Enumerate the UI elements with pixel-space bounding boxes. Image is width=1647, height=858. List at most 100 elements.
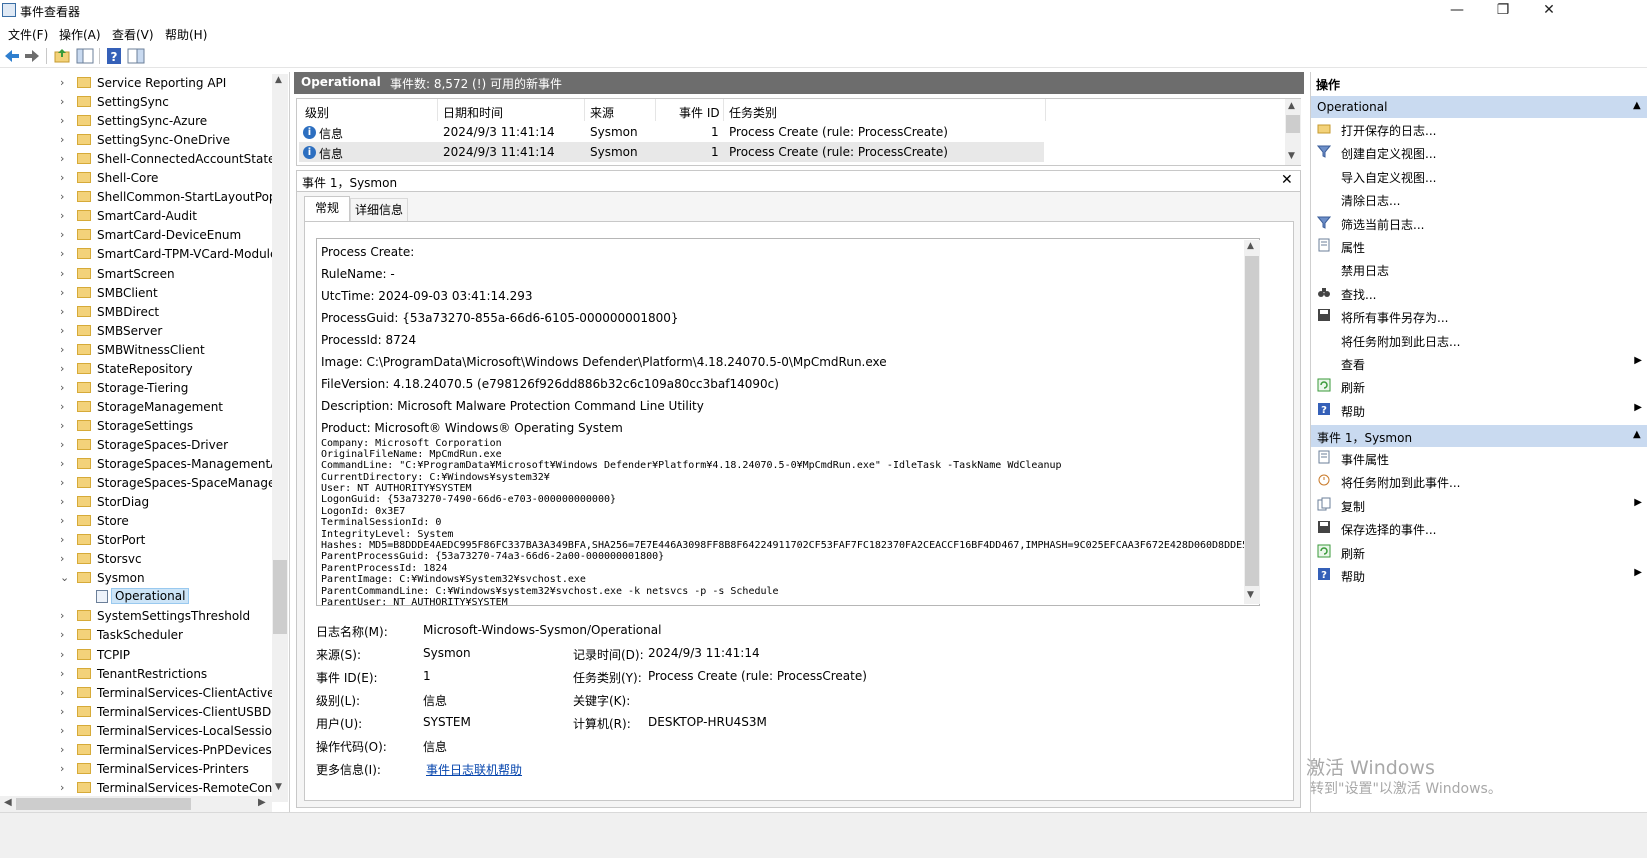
- tree-item-folder[interactable]: ⌄ Sysmon: [0, 569, 272, 588]
- action-item[interactable]: 事件属性: [1311, 447, 1647, 469]
- event-list-scrollbar[interactable]: ▲ ▼: [1285, 99, 1301, 165]
- action-item[interactable]: 禁用日志: [1311, 258, 1647, 280]
- column-header-datetime[interactable]: 日期和时间: [443, 104, 503, 121]
- collapsed-chevron-icon[interactable]: ›: [60, 533, 64, 546]
- scroll-down-icon[interactable]: ▼: [275, 782, 282, 792]
- collapsed-chevron-icon[interactable]: ›: [60, 628, 64, 641]
- collapsed-chevron-icon[interactable]: ›: [60, 343, 64, 356]
- event-row[interactable]: i 信息 2024/9/3 11:41:14 Sysmon 1 Process …: [299, 122, 1044, 142]
- event-list-scroll-thumb[interactable]: [1286, 115, 1300, 133]
- show-hide-tree-icon[interactable]: [76, 47, 94, 65]
- tree-item-folder[interactable]: › SMBClient: [0, 284, 272, 303]
- collapsed-chevron-icon[interactable]: ›: [60, 514, 64, 527]
- tree-item-folder[interactable]: › SettingSync-Azure: [0, 112, 272, 131]
- scroll-left-icon[interactable]: ◀: [4, 797, 12, 808]
- tree-item-folder[interactable]: › TerminalServices-ClientActiveXC: [0, 684, 272, 703]
- collapse-icon[interactable]: ▲: [1633, 100, 1641, 111]
- show-action-pane-icon[interactable]: [127, 47, 145, 65]
- action-item[interactable]: ? 帮助 ▶: [1311, 564, 1647, 586]
- menu-view[interactable]: 查看(V): [112, 26, 154, 43]
- action-item[interactable]: 查找...: [1311, 282, 1647, 304]
- tree-item-folder[interactable]: › TCPIP: [0, 646, 272, 665]
- description-scroll-thumb[interactable]: [1245, 256, 1259, 586]
- tree-item-folder[interactable]: › TaskScheduler: [0, 626, 272, 645]
- action-item[interactable]: 将任务附加到此事件...: [1311, 470, 1647, 492]
- action-item[interactable]: 复制 ▶: [1311, 494, 1647, 516]
- close-detail-icon[interactable]: ✕: [1281, 172, 1293, 188]
- collapse-icon[interactable]: ▲: [1633, 429, 1641, 440]
- collapsed-chevron-icon[interactable]: ›: [60, 133, 64, 146]
- tree-item-folder[interactable]: › Storsvc: [0, 550, 272, 569]
- maximize-button[interactable]: ❐: [1480, 0, 1526, 22]
- collapsed-chevron-icon[interactable]: ›: [60, 781, 64, 794]
- collapsed-chevron-icon[interactable]: ›: [60, 171, 64, 184]
- collapsed-chevron-icon[interactable]: ›: [60, 114, 64, 127]
- column-header-event-id[interactable]: 事件 ID: [679, 104, 720, 121]
- scroll-right-icon[interactable]: ▶: [258, 797, 266, 808]
- tree-item-folder[interactable]: › SmartCard-Audit: [0, 207, 272, 226]
- tree-item-folder[interactable]: › TerminalServices-ClientUSBDevi: [0, 703, 272, 722]
- tree-item-folder[interactable]: › StorageSettings: [0, 417, 272, 436]
- event-row-selected[interactable]: i 信息 2024/9/3 11:41:14 Sysmon 1 Process …: [299, 142, 1044, 162]
- tree-item-folder[interactable]: › TerminalServices-RemoteConne: [0, 779, 272, 798]
- collapsed-chevron-icon[interactable]: ›: [60, 762, 64, 775]
- tree-item-folder[interactable]: › Shell-ConnectedAccountState: [0, 150, 272, 169]
- minimize-button[interactable]: —: [1434, 0, 1480, 22]
- collapsed-chevron-icon[interactable]: ›: [60, 743, 64, 756]
- collapsed-chevron-icon[interactable]: ›: [60, 400, 64, 413]
- scroll-up-icon[interactable]: ▲: [1288, 101, 1295, 111]
- tree-vertical-scrollbar[interactable]: ▲ ▼: [272, 74, 288, 802]
- collapsed-chevron-icon[interactable]: ›: [60, 457, 64, 470]
- tree-item-folder[interactable]: › StorageSpaces-ManagementAg: [0, 455, 272, 474]
- tree-item-folder[interactable]: › SettingSync-OneDrive: [0, 131, 272, 150]
- tree-item-folder[interactable]: › SmartCard-DeviceEnum: [0, 226, 272, 245]
- action-item[interactable]: 查看 ▶: [1311, 352, 1647, 374]
- action-item[interactable]: 保存选择的事件...: [1311, 517, 1647, 539]
- action-item[interactable]: 将所有事件另存为...: [1311, 305, 1647, 327]
- collapsed-chevron-icon[interactable]: ›: [60, 705, 64, 718]
- tree-item-folder[interactable]: › SMBDirect: [0, 303, 272, 322]
- action-item[interactable]: 打开保存的日志...: [1311, 118, 1647, 140]
- actions-section-event[interactable]: 事件 1，Sysmon ▲: [1311, 425, 1647, 447]
- tree-item-folder[interactable]: › TenantRestrictions: [0, 665, 272, 684]
- help-icon[interactable]: ?: [105, 47, 123, 65]
- tree-item-folder[interactable]: › SMBWitnessClient: [0, 341, 272, 360]
- tree-item-folder[interactable]: › TerminalServices-PnPDevices: [0, 741, 272, 760]
- collapsed-chevron-icon[interactable]: ›: [60, 228, 64, 241]
- collapsed-chevron-icon[interactable]: ›: [60, 667, 64, 680]
- online-help-link[interactable]: 事件日志联机帮助: [426, 761, 522, 778]
- collapsed-chevron-icon[interactable]: ›: [60, 476, 64, 489]
- collapsed-chevron-icon[interactable]: ›: [60, 495, 64, 508]
- collapsed-chevron-icon[interactable]: ›: [60, 286, 64, 299]
- column-header-level[interactable]: 级别: [305, 104, 329, 121]
- scroll-down-icon[interactable]: ▼: [1247, 590, 1254, 600]
- collapsed-chevron-icon[interactable]: ›: [60, 609, 64, 622]
- tree-scroll-thumb[interactable]: [273, 560, 287, 634]
- action-item[interactable]: 属性: [1311, 235, 1647, 257]
- tree-item-folder[interactable]: › StorPort: [0, 531, 272, 550]
- collapsed-chevron-icon[interactable]: ›: [60, 419, 64, 432]
- tree-item-folder[interactable]: › Shell-Core: [0, 169, 272, 188]
- action-item[interactable]: 刷新: [1311, 375, 1647, 397]
- tree-item-folder[interactable]: › TerminalServices-LocalSessionM: [0, 722, 272, 741]
- collapsed-chevron-icon[interactable]: ›: [60, 381, 64, 394]
- collapsed-chevron-icon[interactable]: ›: [60, 190, 64, 203]
- collapsed-chevron-icon[interactable]: ›: [60, 152, 64, 165]
- tree-item-folder[interactable]: › StorageSpaces-Driver: [0, 436, 272, 455]
- action-item[interactable]: 将任务附加到此日志...: [1311, 329, 1647, 351]
- expanded-chevron-icon[interactable]: ⌄: [60, 571, 69, 584]
- action-item[interactable]: 清除日志...: [1311, 188, 1647, 210]
- collapsed-chevron-icon[interactable]: ›: [60, 267, 64, 280]
- tree-item-folder[interactable]: › StorageManagement: [0, 398, 272, 417]
- collapsed-chevron-icon[interactable]: ›: [60, 648, 64, 661]
- tree-item-folder[interactable]: › StorDiag: [0, 493, 272, 512]
- action-item[interactable]: 创建自定义视图...: [1311, 141, 1647, 163]
- menu-file[interactable]: 文件(F): [8, 26, 48, 43]
- collapsed-chevron-icon[interactable]: ›: [60, 247, 64, 260]
- collapsed-chevron-icon[interactable]: ›: [60, 305, 64, 318]
- tree-item-folder[interactable]: › SmartCard-TPM-VCard-Module: [0, 245, 272, 264]
- scroll-up-icon[interactable]: ▲: [1247, 241, 1254, 251]
- collapsed-chevron-icon[interactable]: ›: [60, 438, 64, 451]
- menu-action[interactable]: 操作(A): [59, 26, 101, 43]
- back-arrow-icon[interactable]: [3, 47, 21, 65]
